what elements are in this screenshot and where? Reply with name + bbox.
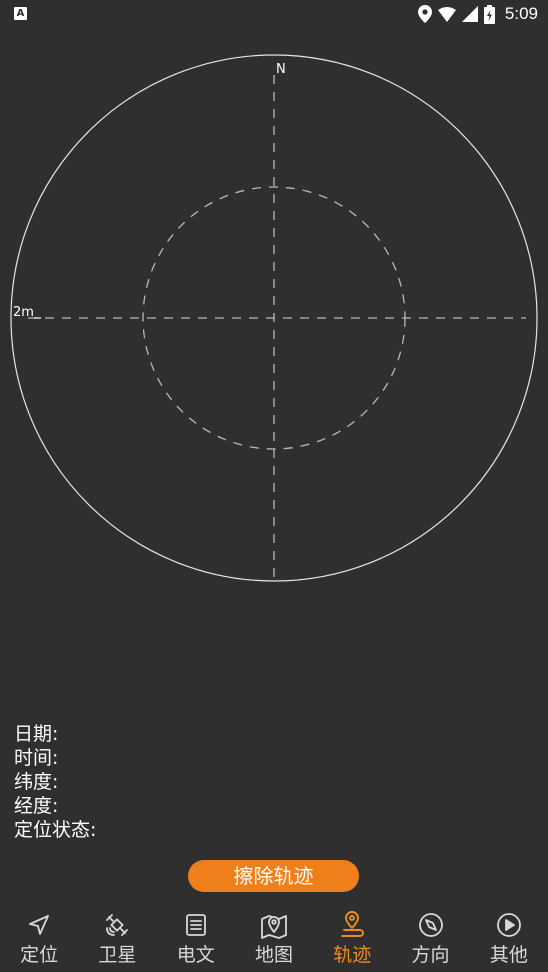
nav-label-track: 轨迹 [333,944,372,966]
longitude-label: 经度: [14,795,59,817]
battery-charging-icon [483,4,495,24]
signal-icon [461,6,478,22]
nav-item-locate[interactable]: 定位 [0,910,78,972]
nav-label-direction: 方向 [411,944,450,966]
info-list: 日期: 时间: 纬度: 经度: 定位状态: [14,722,96,842]
app-notification-icon: A [14,7,27,20]
nav-item-track[interactable]: 轨迹 [313,910,391,972]
nav-label-locate: 定位 [20,944,59,966]
bottom-nav: 定位 卫星 电文 地图 轨迹 方向 其他 [0,910,548,972]
nav-item-map[interactable]: 地图 [235,910,313,972]
nav-label-satellite: 卫星 [98,944,137,966]
time-label: 时间: [14,747,59,769]
location-status-label: 定位状态: [14,819,97,841]
document-list-icon [181,910,211,940]
nav-label-other: 其他 [489,944,528,966]
nav-item-direction[interactable]: 方向 [391,910,469,972]
nav-item-other[interactable]: 其他 [470,910,548,972]
status-time: 5:09 [504,4,538,23]
location-icon [417,5,432,23]
compass-icon [416,910,446,940]
erase-track-button[interactable]: 擦除轨迹 [188,860,359,892]
location-track-icon [337,910,367,940]
nav-item-satellite[interactable]: 卫星 [78,910,156,972]
status-icons: 5:09 [417,3,538,25]
nav-label-message: 电文 [176,944,215,966]
nav-item-message[interactable]: 电文 [157,910,235,972]
track-canvas: N 2m [10,54,538,582]
scale-label: 2m [13,305,34,320]
latitude-label: 纬度: [14,771,59,793]
nav-label-map: 地图 [254,944,293,966]
play-circle-icon [494,910,524,940]
satellite-icon [102,910,132,940]
navigation-arrow-icon [24,910,54,940]
map-pin-icon [259,910,289,940]
wifi-icon [437,6,456,22]
north-label: N [276,62,286,77]
date-label: 日期: [14,723,59,745]
status-bar: A 5:09 [0,0,548,30]
